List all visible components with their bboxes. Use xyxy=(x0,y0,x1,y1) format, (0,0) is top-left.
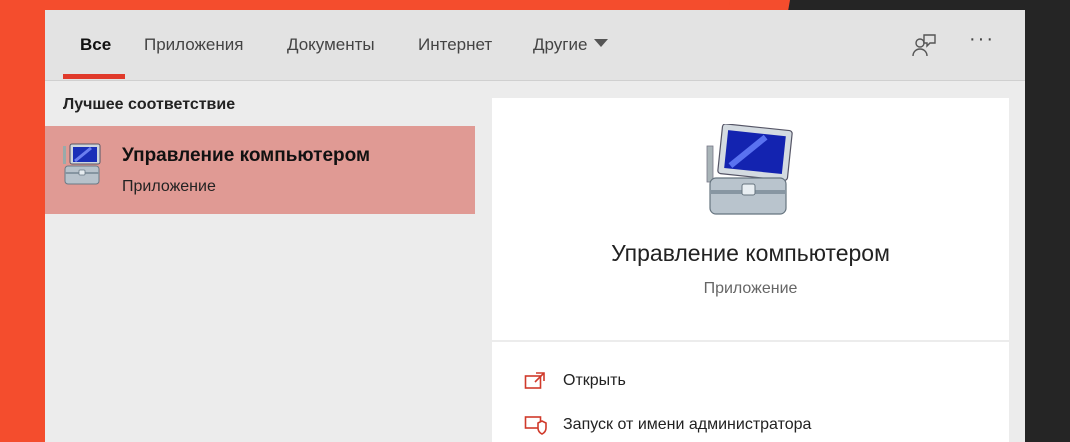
tab-apps[interactable]: Приложения xyxy=(144,35,243,55)
open-icon xyxy=(524,371,546,396)
detail-subtitle: Приложение xyxy=(703,280,798,297)
tab-documents[interactable]: Документы xyxy=(287,35,375,55)
detail-title: Управление компьютером xyxy=(611,240,890,266)
open-label: Открыть xyxy=(563,372,626,389)
computer-management-icon xyxy=(61,142,103,193)
tab-internet[interactable]: Интернет xyxy=(418,35,492,55)
feedback-icon[interactable] xyxy=(911,32,937,63)
detail-divider xyxy=(492,340,1009,342)
run-as-admin-icon xyxy=(524,415,548,440)
chevron-down-icon xyxy=(594,39,609,47)
computer-management-large-icon xyxy=(704,123,796,223)
more-options-icon[interactable]: ··· xyxy=(969,28,995,51)
result-subtitle: Приложение xyxy=(122,178,216,195)
tab-other[interactable]: Другие xyxy=(533,35,609,55)
active-tab-indicator xyxy=(63,74,125,79)
search-window: Все Приложения Документы Интернет Другие… xyxy=(45,10,1025,442)
tab-other-label: Другие xyxy=(533,35,588,54)
tab-all[interactable]: Все xyxy=(80,35,111,55)
result-title: Управление компьютером xyxy=(122,145,371,166)
best-match-result[interactable]: Управление компьютером Приложение xyxy=(45,126,475,214)
detail-pane: Управление компьютером Приложение Открыт… xyxy=(492,98,1009,442)
best-match-heading: Лучшее соответствие xyxy=(63,96,236,113)
run-as-admin-label: Запуск от имени администратора xyxy=(563,416,812,433)
filter-tabs: Все Приложения Документы Интернет Другие… xyxy=(45,10,1025,81)
